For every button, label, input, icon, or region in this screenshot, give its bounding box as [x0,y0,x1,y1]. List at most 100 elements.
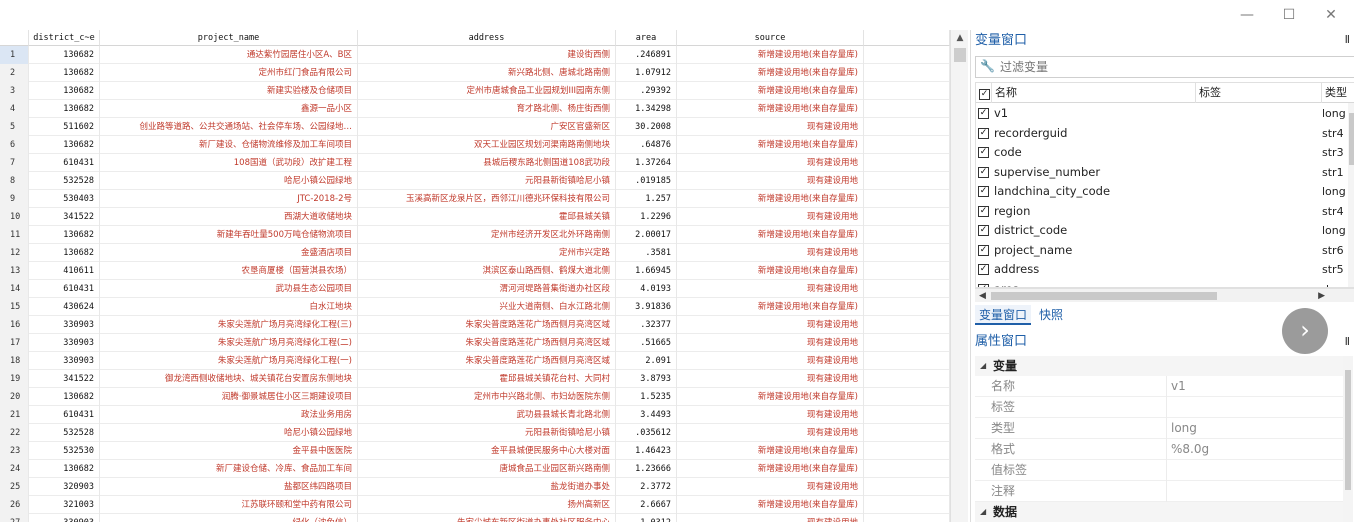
cell-address[interactable]: 武功县县城长青北路北侧 [358,406,616,424]
table-row[interactable]: 13 410611 农垦商厦楼（国营淇县农场） 淇滨区泰山路西侧、鹤煤大道北侧 1.66… [0,262,950,280]
table-row[interactable]: 24 130682 新厂建设仓储、冷库、食品加工车间 唐城食品工业园区新兴路南侧 1.2… [0,460,950,478]
cell-address[interactable]: 金平县城便民服务中心大楼对面 [358,442,616,460]
cell-source[interactable]: 新增建设用地(来自存量库) [677,262,864,280]
pin-icon[interactable]: Ⅱ [1345,33,1350,46]
row-index[interactable]: 1 [0,46,29,64]
row-index[interactable]: 4 [0,100,29,118]
column-header-project-name[interactable]: project_name [100,30,358,46]
row-index[interactable]: 10 [0,208,29,226]
cell-district-code[interactable]: 130682 [29,136,100,154]
variables-horizontal-scrollbar[interactable]: ◀ ▶ [975,288,1354,302]
cell-project-name[interactable]: 朱家尖莲航广场月亮湾绿化工程(一) [100,352,358,370]
cell-area[interactable]: 2.3772 [616,478,677,496]
cell-project-name[interactable]: 政法业务用房 [100,406,358,424]
cell-address[interactable]: 霍邱县城关镇花台村、大同村 [358,370,616,388]
cell-source[interactable]: 新增建设用地(来自存量库) [677,100,864,118]
scroll-thumb[interactable] [954,48,966,62]
row-index[interactable]: 11 [0,226,29,244]
row-index[interactable]: 5 [0,118,29,136]
variable-row[interactable]: ✓ v1 long [976,104,1354,124]
row-index[interactable]: 12 [0,244,29,262]
cell-district-code[interactable]: 511602 [29,118,100,136]
cell-area[interactable]: 1.5235 [616,388,677,406]
cell-address[interactable]: 建设街西侧 [358,46,616,64]
filter-variables-input[interactable] [1000,59,1340,75]
scroll-thumb[interactable] [991,292,1217,300]
cell-area[interactable]: .035612 [616,424,677,442]
property-row[interactable]: 类型 long [975,418,1347,439]
cell-address[interactable]: 渭河河堤路普集街道办社区段 [358,280,616,298]
scroll-thumb[interactable] [1345,370,1351,490]
variable-row[interactable]: ✓ supervise_number str1 [976,163,1354,183]
cell-district-code[interactable]: 321003 [29,496,100,514]
table-row[interactable]: 6 130682 新厂建设、仓储物流维修及加工车间项目 双天工业园区规划河渠南路南侧地… [0,136,950,154]
variable-checkbox[interactable]: ✓ [978,186,989,197]
cell-district-code[interactable]: 610431 [29,406,100,424]
cell-district-code[interactable]: 330903 [29,352,100,370]
minimize-button[interactable]: — [1233,4,1261,26]
filter-variables-box[interactable]: 🔧 [975,56,1354,78]
cell-project-name[interactable]: 通达紫竹园居住小区A、B区 [100,46,358,64]
property-row[interactable]: 格式 %8.0g [975,439,1347,460]
table-row[interactable]: 11 130682 新建年吞吐量500万吨仓储物流项目 定州市经济开发区北外环路南侧 2… [0,226,950,244]
cell-district-code[interactable]: 330903 [29,334,100,352]
cell-district-code[interactable]: 130682 [29,100,100,118]
cell-address[interactable]: 扬州高新区 [358,496,616,514]
cell-source[interactable]: 现有建设用地 [677,352,864,370]
variable-row[interactable]: ✓ address str5 [976,260,1354,280]
variable-checkbox[interactable]: ✓ [978,147,989,158]
cell-project-name[interactable]: 哈尼小镇公园绿地 [100,424,358,442]
cell-address[interactable]: 定州市经济开发区北外环路南侧 [358,226,616,244]
variable-row[interactable]: ✓ landchina_city_code long [976,182,1354,202]
cell-source[interactable]: 新增建设用地(来自存量库) [677,226,864,244]
cell-address[interactable]: 玉溪高新区龙泉片区，西邻江川德兆环保科技有限公司 [358,190,616,208]
cell-area[interactable]: .3581 [616,244,677,262]
table-row[interactable]: 26 321003 江苏联环颐和堂中药有限公司 扬州高新区 2.6667 新增建设用地(来… [0,496,950,514]
property-row[interactable]: 值标签 [975,460,1347,481]
table-row[interactable]: 25 320903 盐都区纬四路项目 盐龙街道办事处 2.3772 现有建设用地 [0,478,950,496]
scroll-thumb[interactable] [1349,113,1354,165]
cell-address[interactable]: 朱家尖普度路莲花广场西侧月亮湾区域 [358,352,616,370]
cell-project-name[interactable]: 金平县中医医院 [100,442,358,460]
table-row[interactable]: 7 610431 108国道（武功段）改扩建工程 县城后稷东路北侧国道108武功段 1.… [0,154,950,172]
cell-area[interactable]: 1.66945 [616,262,677,280]
cell-district-code[interactable]: 330903 [29,514,100,522]
cell-source[interactable]: 现有建设用地 [677,172,864,190]
table-row[interactable]: 15 430624 白水江地块 兴业大道南侧、白水江路北侧 3.91836 新增建设用地(… [0,298,950,316]
row-index[interactable]: 8 [0,172,29,190]
cell-source[interactable]: 现有建设用地 [677,478,864,496]
cell-project-name[interactable]: 润腾·御景城居住小区三期建设项目 [100,388,358,406]
table-row[interactable]: 5 511602 创业路等道路、公共交通场站、社会停车场、公园绿地… 广安区官盛新区 3… [0,118,950,136]
property-group-variable[interactable]: ◢ 变量 [975,356,1347,376]
table-row[interactable]: 10 341522 西湖大道收储地块 霍邱县城关镇 1.2296 现有建设用地 [0,208,950,226]
row-index[interactable]: 15 [0,298,29,316]
cell-project-name[interactable]: 金盛酒店项目 [100,244,358,262]
cell-project-name[interactable]: JTC-2018-2号 [100,190,358,208]
row-index[interactable]: 9 [0,190,29,208]
row-index[interactable]: 24 [0,460,29,478]
table-row[interactable]: 20 130682 润腾·御景城居住小区三期建设项目 定州市中兴路北侧、市妇幼医院东侧… [0,388,950,406]
cell-area[interactable]: 1.257 [616,190,677,208]
table-row[interactable]: 17 330903 朱家尖莲航广场月亮湾绿化工程(二) 朱家尖普度路莲花广场西侧月亮湾… [0,334,950,352]
cell-source[interactable]: 新增建设用地(来自存量库) [677,64,864,82]
cell-area[interactable]: 1.07912 [616,64,677,82]
cell-area[interactable]: 1.37264 [616,154,677,172]
cell-source[interactable]: 新增建设用地(来自存量库) [677,82,864,100]
property-value[interactable]: %8.0g [1171,439,1209,460]
cell-area[interactable]: .29392 [616,82,677,100]
table-row[interactable]: 16 330903 朱家尖莲航广场月亮湾绿化工程(三) 朱家尖普度路莲花广场西侧月亮湾… [0,316,950,334]
next-arrow-button[interactable]: › [1282,308,1328,354]
cell-project-name[interactable]: 御龙湾西侧收储地块、城关镇花台安置房东侧地块 [100,370,358,388]
cell-project-name[interactable]: 朱家尖莲航广场月亮湾绿化工程(三) [100,316,358,334]
cell-address[interactable]: 淇滨区泰山路西侧、鹤煤大道北侧 [358,262,616,280]
cell-project-name[interactable]: 西湖大道收储地块 [100,208,358,226]
data-editor-grid[interactable]: district_c~e project_name address area s… [0,30,968,522]
table-row[interactable]: 18 330903 朱家尖莲航广场月亮湾绿化工程(一) 朱家尖普度路莲花广场西侧月亮湾… [0,352,950,370]
cell-address[interactable]: 定州市中兴路北侧、市妇幼医院东侧 [358,388,616,406]
variable-checkbox[interactable]: ✓ [978,205,989,217]
cell-source[interactable]: 新增建设用地(来自存量库) [677,190,864,208]
header-label[interactable]: 标签 [1196,83,1322,103]
select-all-checkbox-cell[interactable]: ✓ [976,83,992,103]
grid-vertical-scrollbar[interactable]: ▲ [950,30,968,522]
table-row[interactable]: 12 130682 金盛酒店项目 定州市兴定路 .3581 现有建设用地 [0,244,950,262]
